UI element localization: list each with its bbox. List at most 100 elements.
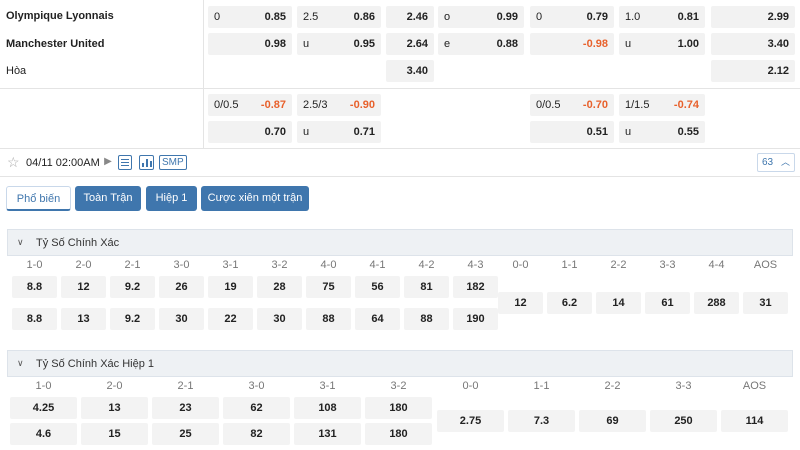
score-header: 2-0 [106,380,123,392]
odds-cell-hc-away[interactable]: 0.98 [208,33,292,55]
list-icon[interactable] [118,155,132,170]
more-markets-button[interactable]: 63 ︿ [757,153,795,172]
favorite-star-icon[interactable]: ☆ [7,155,20,169]
draw-score-header: 1-1 [561,259,578,271]
stats-chart-icon[interactable] [139,155,154,170]
score-odds-home[interactable]: 180 [365,397,432,419]
draw-score-odds[interactable]: 2.75 [437,410,504,432]
draw-score-header: 0-0 [512,259,529,271]
score-odds-away[interactable]: 30 [257,308,302,330]
home-team-name: Olympique Lyonnais [6,10,114,22]
score-odds-home[interactable]: 56 [355,276,400,298]
odds-cell-1h-ou-over[interactable]: 1.0 0.81 [619,6,705,28]
score-odds-away[interactable]: 64 [355,308,400,330]
section-correct-score-1h-header[interactable]: ∨ Tỷ Số Chính Xác Hiệp 1 [7,350,793,377]
score-odds-away[interactable]: 82 [223,423,290,445]
odds-cell-1h-ou-under[interactable]: u 1.00 [619,33,705,55]
odds-cell-1h-hc-home[interactable]: 0 0.79 [530,6,614,28]
odds-cell-hc-home[interactable]: 0 0.85 [208,6,292,28]
score-odds-home[interactable]: 26 [159,276,204,298]
row-divider [0,88,800,89]
score-odds-home[interactable]: 4.25 [10,397,77,419]
score-odds-away[interactable]: 25 [152,423,219,445]
draw-score-odds[interactable]: 288 [694,292,739,314]
odds-cell-alt-1h-hc-home[interactable]: 0/0.5 -0.70 [530,94,614,116]
odds-cell-odd[interactable]: o 0.99 [438,6,524,28]
draw-score-header: 3-3 [659,259,676,271]
draw-score-header: AOS [742,380,767,392]
score-odds-away[interactable]: 88 [306,308,351,330]
tab-first-half[interactable]: Hiệp 1 [146,186,197,211]
odds-cell-1h-1x2-away[interactable]: 3.40 [711,33,795,55]
score-odds-home[interactable]: 62 [223,397,290,419]
odds-cell-1x2-away[interactable]: 2.64 [386,33,434,55]
score-odds-home[interactable]: 28 [257,276,302,298]
score-odds-home[interactable]: 13 [81,397,148,419]
odds-cell-alt-hc-home[interactable]: 0/0.5 -0.87 [208,94,292,116]
odds-cell-1x2-home[interactable]: 2.46 [386,6,434,28]
score-odds-away[interactable]: 22 [208,308,253,330]
score-odds-home[interactable]: 9.2 [110,276,155,298]
score-odds-home[interactable]: 8.8 [12,276,57,298]
draw-score-header: 1-1 [533,380,550,392]
draw-score-odds[interactable]: 12 [498,292,543,314]
tab-full-match[interactable]: Toàn Trận [75,186,141,211]
draw-score-odds[interactable]: 31 [743,292,788,314]
score-odds-away[interactable]: 88 [404,308,449,330]
score-odds-home[interactable]: 81 [404,276,449,298]
tab-same-game-parlay[interactable]: Cược xiên một trận [201,186,309,211]
score-odds-away[interactable]: 131 [294,423,361,445]
odds-cell-alt-hc-away[interactable]: 0.70 [208,121,292,143]
score-odds-away[interactable]: 190 [453,308,498,330]
score-odds-away[interactable]: 13 [61,308,106,330]
score-odds-home[interactable]: 12 [61,276,106,298]
odds-cell-alt-1h-ou-over[interactable]: 1/1.5 -0.74 [619,94,705,116]
draw-score-odds[interactable]: 69 [579,410,646,432]
score-header: 3-1 [319,380,336,392]
score-odds-home[interactable]: 19 [208,276,253,298]
draw-score-header: 2-2 [610,259,627,271]
section-correct-score-header[interactable]: ∨ Tỷ Số Chính Xác [7,229,793,256]
odds-cell-alt-1h-hc-away[interactable]: 0.51 [530,121,614,143]
score-header: 4-1 [369,259,386,271]
draw-score-odds[interactable]: 14 [596,292,641,314]
score-odds-away[interactable]: 9.2 [110,308,155,330]
smp-button[interactable]: SMP [159,155,187,170]
odds-cell-alt-ou-over[interactable]: 2.5/3 -0.90 [297,94,381,116]
odds-cell-1x2-draw[interactable]: 3.40 [386,60,434,82]
tab-popular[interactable]: Phổ biến [6,186,71,211]
draw-score-odds[interactable]: 61 [645,292,690,314]
score-odds-home[interactable]: 23 [152,397,219,419]
score-odds-home[interactable]: 108 [294,397,361,419]
draw-score-header: 0-0 [462,380,479,392]
score-header: 1-0 [35,380,52,392]
chevron-down-icon: ∨ [17,237,24,247]
odds-cell-alt-ou-under[interactable]: u 0.71 [297,121,381,143]
play-icon[interactable]: ▶ [101,155,115,169]
draw-score-odds[interactable]: 114 [721,410,788,432]
draw-score-odds[interactable]: 7.3 [508,410,575,432]
odds-cell-1h-hc-away[interactable]: -0.98 [530,33,614,55]
odds-cell-1h-1x2-home[interactable]: 2.99 [711,6,795,28]
odds-cell-1h-1x2-draw[interactable]: 2.12 [711,60,795,82]
score-odds-home[interactable]: 182 [453,276,498,298]
draw-label: Hòa [6,65,27,77]
odds-cell-alt-1h-ou-under[interactable]: u 0.55 [619,121,705,143]
draw-score-odds[interactable]: 6.2 [547,292,592,314]
score-odds-away[interactable]: 15 [81,423,148,445]
score-odds-away[interactable]: 8.8 [12,308,57,330]
score-odds-away[interactable]: 180 [365,423,432,445]
score-header: 4-2 [418,259,435,271]
odds-cell-ou-over[interactable]: 2.5 0.86 [297,6,381,28]
odds-cell-ou-under[interactable]: u 0.95 [297,33,381,55]
score-odds-away[interactable]: 4.6 [10,423,77,445]
odds-bottom-divider [0,148,800,149]
score-header: 3-2 [390,380,407,392]
score-odds-away[interactable]: 30 [159,308,204,330]
draw-score-header: 3-3 [675,380,692,392]
score-odds-home[interactable]: 75 [306,276,351,298]
draw-score-odds[interactable]: 250 [650,410,717,432]
score-header: 3-0 [173,259,190,271]
odds-cell-even[interactable]: e 0.88 [438,33,524,55]
column-divider [203,0,204,148]
